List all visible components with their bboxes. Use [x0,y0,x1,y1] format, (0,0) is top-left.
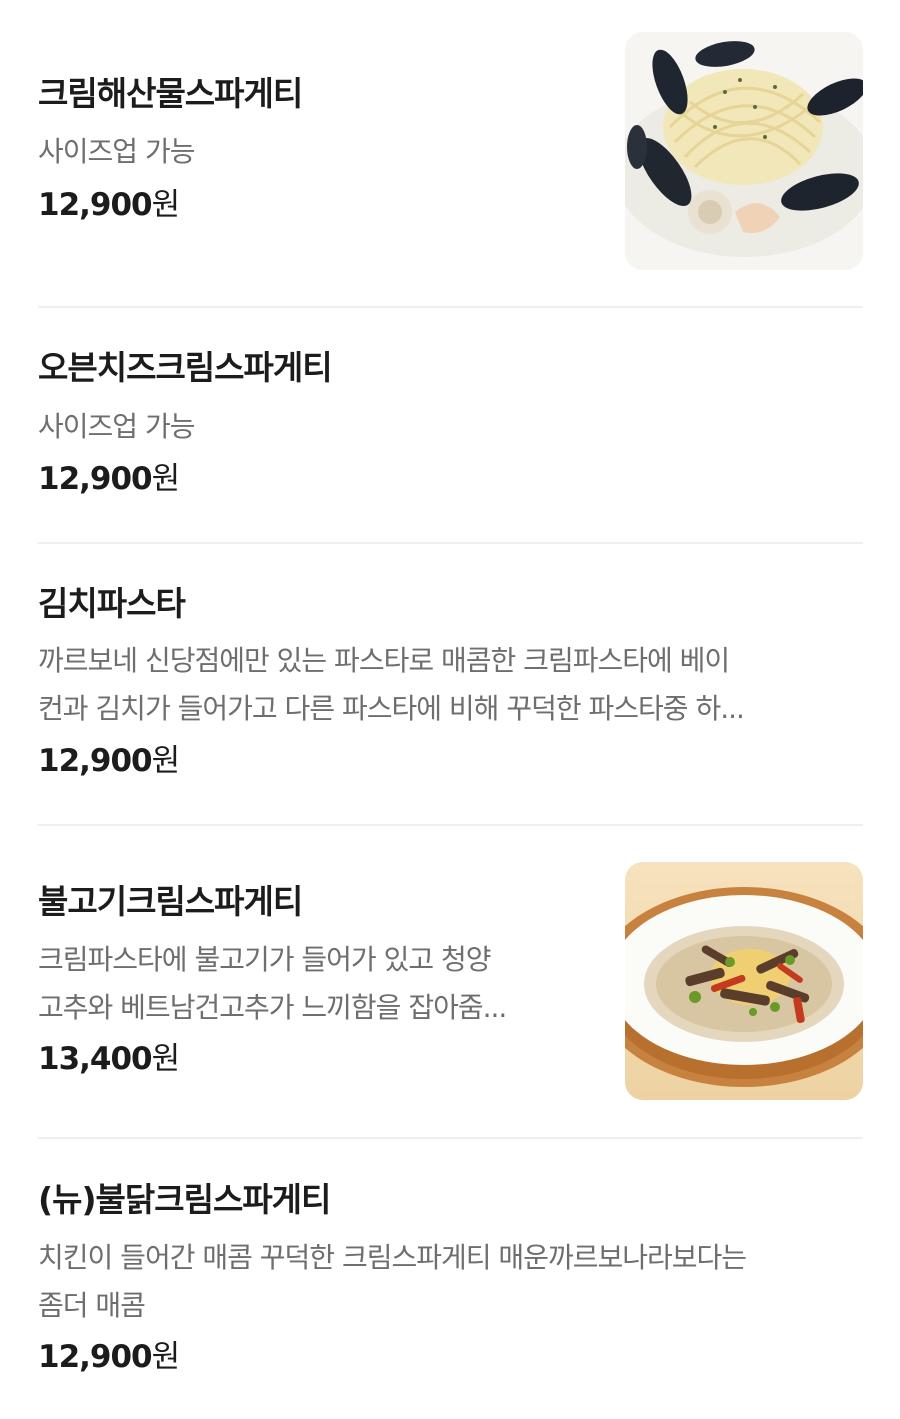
menu-item-buldak-cream-spaghetti[interactable]: (뉴)불닭크림스파게티 치킨이 들어간 매콤 꾸덕한 크림스파게티 매운까르보나… [38,1160,863,1400]
menu-list: 크림해산물스파게티 사이즈업 가능 12,900원 오븐치즈크림스파게티 사이즈… [0,0,900,1419]
menu-item-oven-cheese-cream-spaghetti[interactable]: 오븐치즈크림스파게티 사이즈업 가능 12,900원 [38,320,863,525]
currency-suffix: 원 [151,187,181,223]
currency-suffix: 원 [151,1041,181,1077]
item-description-line: 고추와 베트남건고추가 느끼함을 잡아줌... [38,991,507,1024]
menu-item-seafood-cream-spaghetti[interactable]: 크림해산물스파게티 사이즈업 가능 12,900원 [38,30,863,270]
item-price: 13,400원 [38,1041,181,1078]
menu-item-kimchi-pasta[interactable]: 김치파스타 까르보네 신당점에만 있는 파스타로 매콤한 크림파스타에 베이 컨… [38,560,863,810]
item-name: (뉴)불닭크림스파게티 [38,1180,331,1219]
currency-suffix: 원 [151,1339,181,1375]
item-price: 12,900원 [38,1339,181,1376]
divider [38,1137,863,1139]
item-description: 크림파스타에 불고기가 들어가 있고 청양 고추와 베트남건고추가 느끼함을 잡… [38,936,507,1032]
currency-suffix: 원 [151,743,181,779]
currency-suffix: 원 [151,461,181,497]
item-photo[interactable] [625,862,863,1100]
item-name: 김치파스타 [38,584,186,623]
price-amount: 13,400 [38,1041,153,1077]
item-description: 사이즈업 가능 [38,128,195,176]
divider [38,306,863,308]
menu-item-bulgogi-cream-spaghetti[interactable]: 불고기크림스파게티 크림파스타에 불고기가 들어가 있고 청양 고추와 베트남건… [38,860,863,1105]
item-description: 치킨이 들어간 매콤 꾸덕한 크림스파게티 매운까르보나라보다는 좀더 매콤 [38,1234,747,1330]
item-name: 크림해산물스파게티 [38,74,303,113]
item-description-line: 사이즈업 가능 [38,410,195,443]
item-price: 12,900원 [38,461,181,498]
item-description: 사이즈업 가능 [38,403,195,451]
item-name: 불고기크림스파게티 [38,882,303,921]
item-description-line: 크림파스타에 불고기가 들어가 있고 청양 [38,943,492,976]
item-description-line: 좀더 매콤 [38,1289,146,1322]
item-description: 까르보네 신당점에만 있는 파스타로 매콤한 크림파스타에 베이 컨과 김치가 … [38,637,745,733]
item-photo[interactable] [625,32,863,270]
divider [38,824,863,826]
item-description-line: 사이즈업 가능 [38,135,195,168]
item-price: 12,900원 [38,187,181,224]
price-amount: 12,900 [38,187,153,223]
price-amount: 12,900 [38,1339,153,1375]
item-description-line: 까르보네 신당점에만 있는 파스타로 매콤한 크림파스타에 베이 [38,644,730,677]
divider [38,542,863,544]
item-description-line: 치킨이 들어간 매콤 꾸덕한 크림스파게티 매운까르보나라보다는 [38,1241,747,1274]
item-description-line: 컨과 김치가 들어가고 다른 파스타에 비해 꾸덕한 파스타중 하... [38,692,745,725]
item-price: 12,900원 [38,743,181,780]
item-name: 오븐치즈크림스파게티 [38,348,333,387]
price-amount: 12,900 [38,743,153,779]
price-amount: 12,900 [38,461,153,497]
